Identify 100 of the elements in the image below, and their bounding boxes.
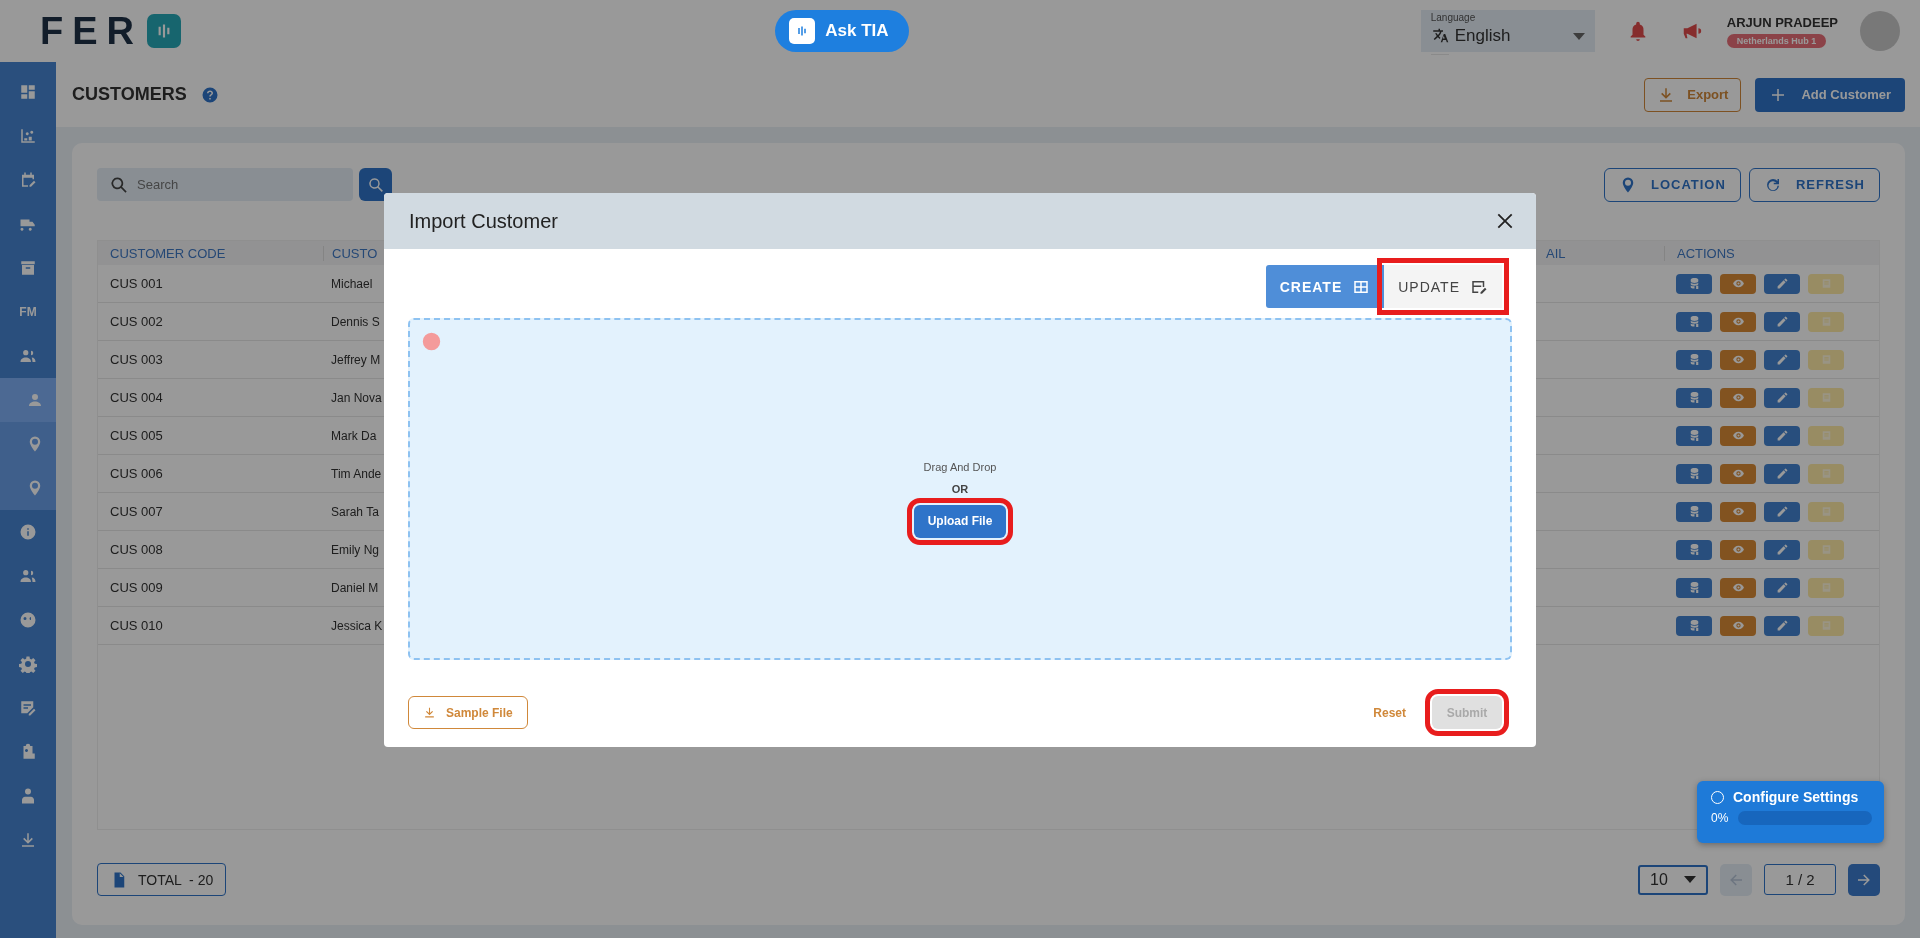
location-button[interactable]: LOCATION: [1603, 167, 1741, 202]
add-customer-button[interactable]: Add Customer: [1755, 77, 1905, 112]
row-action-button[interactable]: [1720, 311, 1756, 332]
row-action-button[interactable]: [1764, 615, 1800, 636]
total-text: TOTAL - 20: [138, 871, 214, 888]
logo-text: FER: [40, 9, 143, 53]
row-action-button[interactable]: [1720, 387, 1756, 408]
search-field[interactable]: Search: [97, 168, 353, 201]
table-cell-text: Michael: [330, 276, 373, 291]
table-cell-text: CUS 010: [109, 618, 164, 633]
table-cell-text: Emily Ng: [330, 542, 379, 557]
page-title: CUSTOMERS: [72, 84, 187, 105]
configure-settings-widget[interactable]: Configure Settings 0%: [1697, 781, 1884, 843]
submenu-item[interactable]: [0, 378, 56, 422]
row-action-button[interactable]: [1676, 425, 1712, 446]
search-icon: [109, 175, 129, 195]
ask-tia-button[interactable]: Ask TIA: [775, 10, 909, 52]
table-cell-text: CUS 003: [109, 352, 164, 367]
row-action-button[interactable]: [1676, 387, 1712, 408]
table-cell-text: CUS 006: [109, 466, 164, 481]
eye-icon: [1731, 581, 1745, 594]
note-edit-icon: [19, 699, 37, 717]
eye-icon: [1731, 353, 1745, 366]
row-action-button[interactable]: [1676, 349, 1712, 370]
row-action-button[interactable]: [1676, 615, 1712, 636]
calendar-edit-icon: [19, 171, 37, 189]
archive-icon: [19, 259, 37, 277]
column-header: ACTIONS: [1664, 245, 1879, 261]
reset-button[interactable]: Reset: [1367, 704, 1412, 721]
drop-zone[interactable]: Drag And Drop OR Upload File: [408, 318, 1512, 660]
table-cell-text: Mark Da: [330, 428, 377, 443]
pencil-icon: [1775, 391, 1789, 404]
sample-file-button[interactable]: Sample File: [408, 696, 528, 729]
export-button[interactable]: Export: [1644, 77, 1742, 112]
row-action-button[interactable]: [1764, 387, 1800, 408]
table-cell-text: CUS 008: [109, 542, 164, 557]
row-action-button[interactable]: [1676, 539, 1712, 560]
dialog-title: Import Customer: [409, 209, 559, 233]
pencil-icon: [1775, 429, 1789, 442]
caret-down-icon: [1684, 876, 1696, 883]
row-action-button[interactable]: [1764, 311, 1800, 332]
person-tie-icon: [19, 787, 37, 805]
refresh-button[interactable]: REFRESH: [1748, 167, 1880, 202]
table-cell-text: CUS 005: [109, 428, 164, 443]
drop-hint: Drag And Drop: [923, 460, 997, 473]
row-action-button[interactable]: [1764, 463, 1800, 484]
table-cell-text: Jessica K: [330, 618, 383, 633]
caret-down-icon: [1572, 32, 1585, 40]
widget-title: Configure Settings: [1733, 789, 1859, 805]
column-header: CUSTOMER CODE: [109, 245, 227, 261]
table-cell-text: Daniel M: [330, 580, 379, 595]
mode-tab[interactable]: CREATE: [1265, 265, 1385, 308]
user-name: ARJUN PRADEEP: [1726, 14, 1838, 30]
next-page-button[interactable]: [1848, 863, 1880, 896]
row-action-button[interactable]: [1720, 463, 1756, 484]
hub-badge: Netherlands Hub 1: [1726, 33, 1827, 48]
search-button[interactable]: [359, 168, 392, 201]
row-action-button[interactable]: [1720, 349, 1756, 370]
row-action-button[interactable]: [1764, 273, 1800, 294]
pencil-icon: [1775, 315, 1789, 328]
eye-icon: [1731, 505, 1745, 518]
gear-icon: [19, 655, 37, 673]
row-action-button[interactable]: [1720, 425, 1756, 446]
eye-icon: [1731, 467, 1745, 480]
row-action-button[interactable]: [1764, 577, 1800, 598]
table-cell-text: CUS 004: [109, 390, 164, 405]
table-cell-text: CUS 001: [109, 276, 164, 291]
eye-icon: [1731, 543, 1745, 556]
table-cell-text: Jeffrey M: [330, 352, 381, 367]
eye-icon: [1731, 391, 1745, 404]
row-action-button[interactable]: [1676, 311, 1712, 332]
avatar[interactable]: [1860, 11, 1900, 51]
eye-icon: [1731, 429, 1745, 442]
row-action-button[interactable]: [1720, 501, 1756, 522]
page-size-select[interactable]: 10: [1638, 864, 1708, 895]
row-action-button[interactable]: [1764, 425, 1800, 446]
pencil-icon: [1775, 505, 1789, 518]
table-cell-text: Jan Nova: [330, 390, 382, 405]
language-select[interactable]: Language English: [1420, 10, 1595, 52]
row-action-button[interactable]: [1764, 349, 1800, 370]
eye-icon: [1731, 315, 1745, 328]
row-action-button[interactable]: [1720, 539, 1756, 560]
row-action-button[interactable]: [1720, 273, 1756, 294]
or-text: OR: [951, 482, 969, 495]
row-action-button[interactable]: [1676, 273, 1712, 294]
sidebar-item[interactable]: FM: [0, 290, 56, 334]
pencil-icon: [1775, 543, 1789, 556]
row-action-button[interactable]: [1720, 577, 1756, 598]
row-action-button[interactable]: [1676, 463, 1712, 484]
row-action-button[interactable]: [1676, 501, 1712, 522]
pencil-icon: [1775, 353, 1789, 366]
pencil-icon: [1775, 467, 1789, 480]
row-action-button[interactable]: [1720, 615, 1756, 636]
page-indicator: 1 / 2: [1764, 864, 1836, 895]
row-action-button[interactable]: [1764, 539, 1800, 560]
table-cell-text: CUS 007: [109, 504, 164, 519]
pencil-icon: [1775, 277, 1789, 290]
row-action-button[interactable]: [1764, 501, 1800, 522]
table-cell-text: Tim Ande: [330, 466, 382, 481]
row-action-button[interactable]: [1676, 577, 1712, 598]
